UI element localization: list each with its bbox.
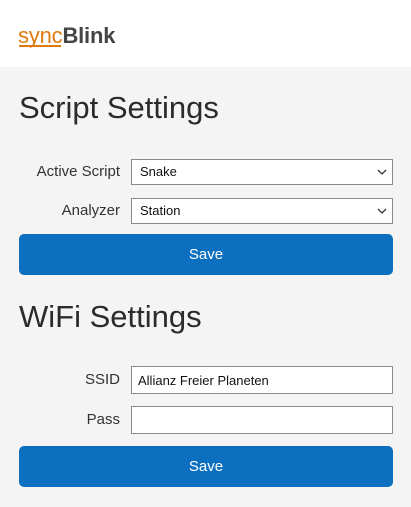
logo-sync-text: sync — [18, 23, 63, 48]
wifi-save-button[interactable]: Save — [19, 446, 393, 487]
active-script-select[interactable]: Snake — [131, 159, 393, 185]
app-header: syncBlink — [0, 0, 411, 67]
chevron-down-icon — [377, 208, 387, 214]
analyzer-value: Station — [140, 203, 181, 218]
logo-blink-text: Blink — [62, 23, 116, 48]
pass-label: Pass — [86, 411, 120, 428]
active-script-label: Active Script — [36, 163, 120, 180]
script-settings-title: Script Settings — [19, 90, 219, 125]
chevron-down-icon — [377, 169, 387, 175]
wifi-settings-title: WiFi Settings — [19, 299, 202, 334]
pass-input[interactable] — [131, 406, 393, 434]
ssid-input[interactable] — [131, 366, 393, 394]
syncblink-logo: syncBlink — [18, 22, 115, 50]
analyzer-select[interactable]: Station — [131, 198, 393, 224]
active-script-value: Snake — [140, 164, 177, 179]
ssid-label: SSID — [84, 371, 120, 388]
script-save-button[interactable]: Save — [19, 234, 393, 275]
analyzer-label: Analyzer — [61, 202, 120, 219]
